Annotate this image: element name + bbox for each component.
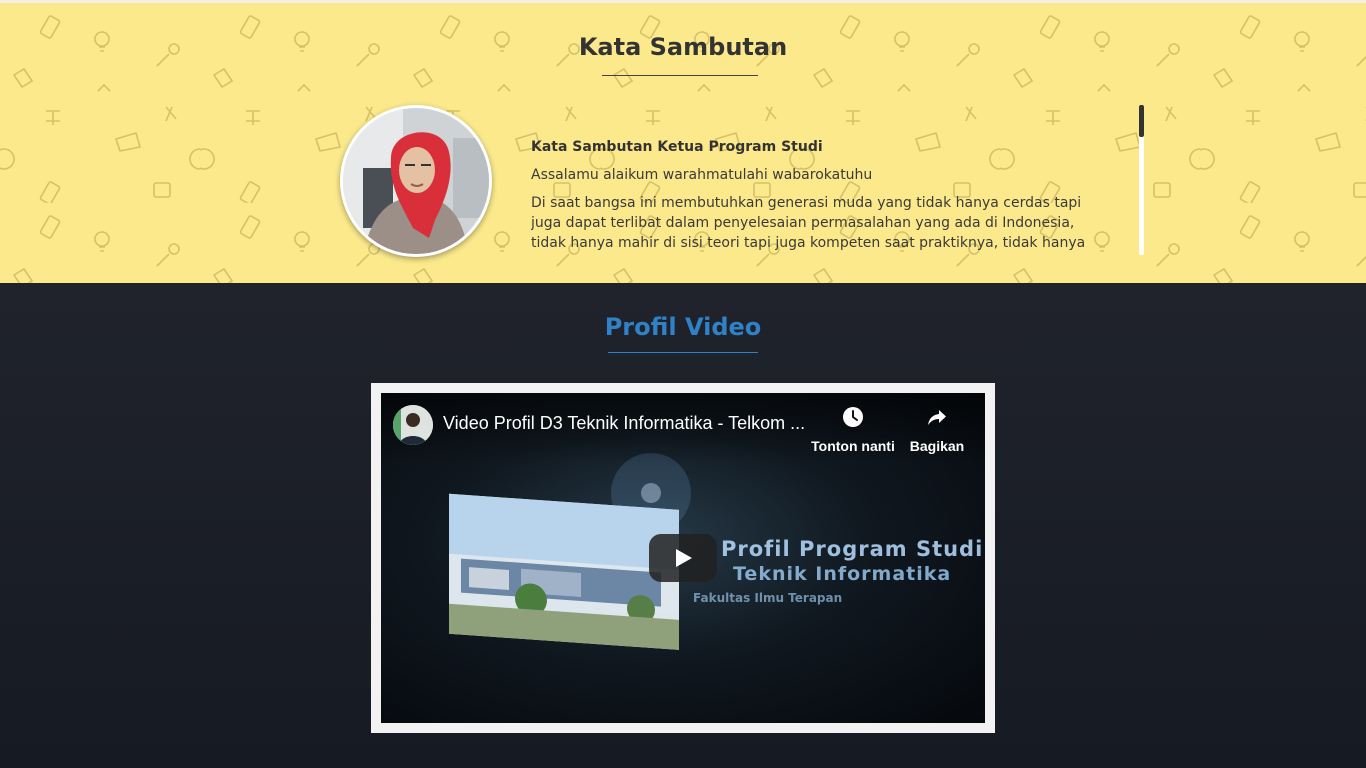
thumbnail-caption-line2: Teknik Informatika: [733, 563, 952, 585]
sambutan-section: Kata Sambutan Kata Sambutan Ketua Progra…: [0, 0, 1366, 283]
thumbnail-caption-line1: Profil Program Studi: [721, 537, 984, 561]
welcome-paragraph: Di saat bangsa ini membutuhkan generasi …: [531, 195, 1086, 251]
head-of-program-photo: [340, 105, 492, 257]
welcome-scrollbar[interactable]: [1139, 105, 1144, 255]
video-section: Profil Video Profil Program Studi Teknik…: [0, 283, 1366, 768]
welcome-heading: Kata Sambutan Ketua Program Studi: [531, 139, 823, 155]
video-title-underline: [608, 352, 758, 353]
welcome-text-scroll-area[interactable]: Kata Sambutan Ketua Program Studi Assala…: [531, 137, 1099, 251]
welcome-scrollbar-thumb[interactable]: [1139, 105, 1144, 137]
player-top-bar: Video Profil D3 Teknik Informatika - Tel…: [381, 393, 985, 463]
video-embed-frame: Profil Program Studi Teknik Informatika …: [371, 383, 995, 733]
channel-avatar[interactable]: [393, 405, 433, 445]
sambutan-title: Kata Sambutan: [578, 33, 788, 61]
watch-later-button[interactable]: Tonton nanti: [808, 405, 898, 454]
share-button[interactable]: Bagikan: [892, 405, 982, 454]
clock-icon: [843, 407, 863, 427]
watch-later-label: Tonton nanti: [811, 438, 895, 454]
play-button[interactable]: [649, 534, 717, 582]
youtube-player[interactable]: Profil Program Studi Teknik Informatika …: [381, 393, 985, 723]
video-section-title: Profil Video: [604, 313, 762, 341]
thumbnail-caption-line3: Fakultas Ilmu Terapan: [693, 591, 843, 605]
share-label: Bagikan: [909, 438, 965, 454]
video-title-link[interactable]: Video Profil D3 Teknik Informatika - Tel…: [443, 413, 813, 434]
sambutan-title-underline: [602, 75, 758, 76]
play-icon: [676, 549, 692, 567]
welcome-greeting: Assalamu alaikum warahmatulahi wabarokat…: [531, 167, 873, 183]
share-icon: [928, 410, 946, 425]
